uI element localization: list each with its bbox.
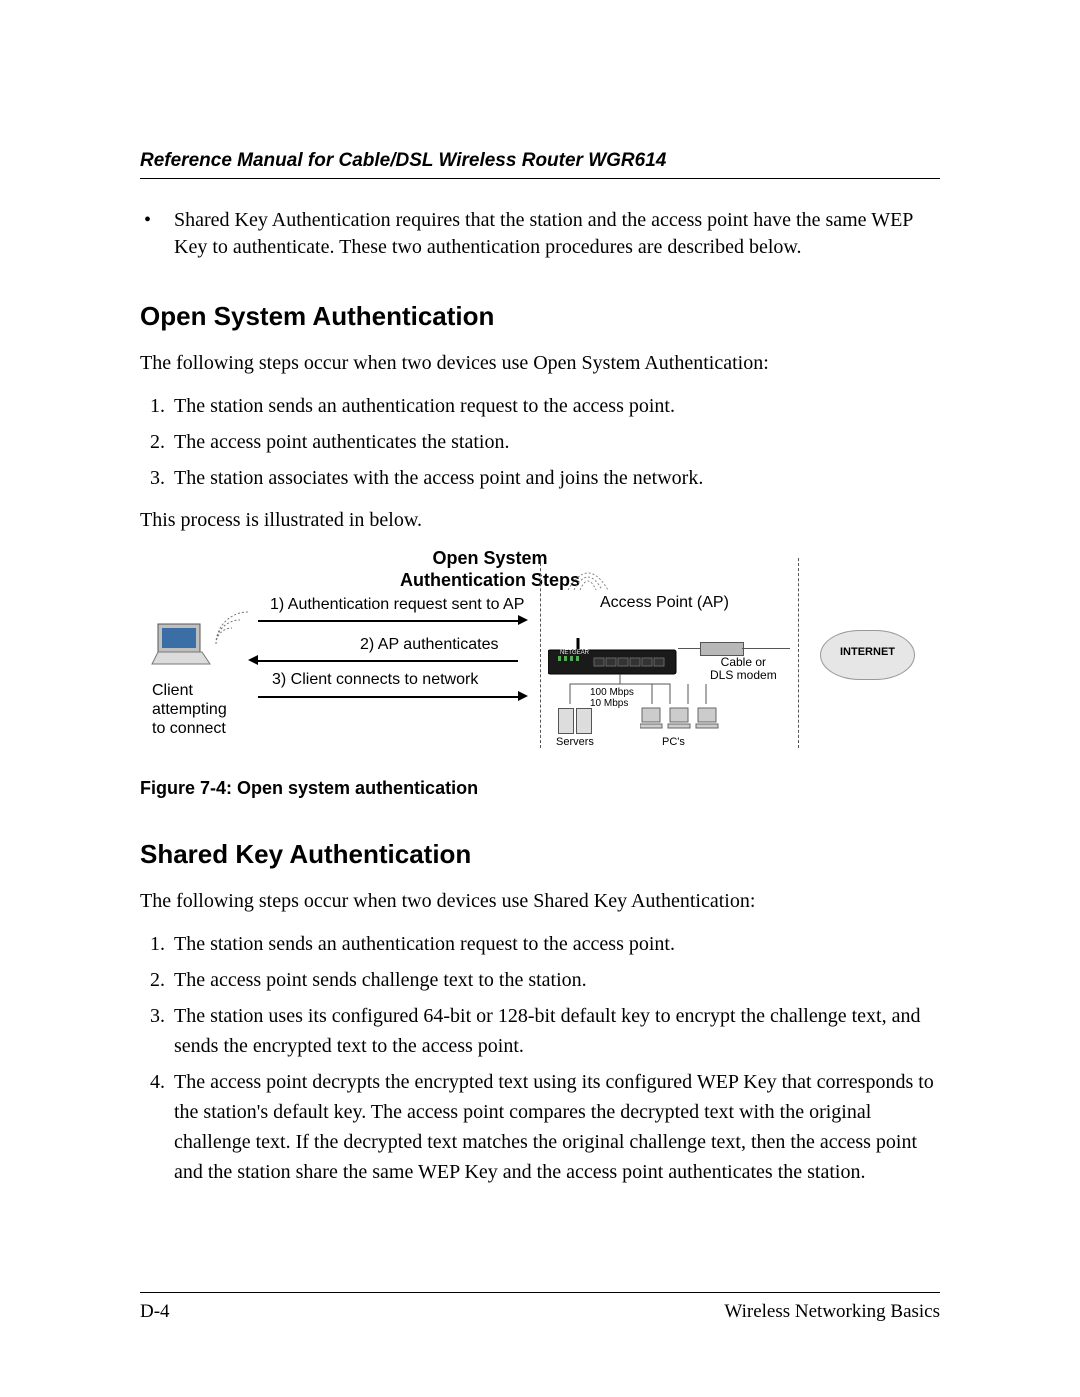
arrow-line: [258, 660, 518, 662]
bandwidth-label-line1: 100 Mbps: [590, 687, 634, 698]
footer-row: D-4 Wireless Networking Basics: [140, 1301, 940, 1323]
internet-label: INTERNET: [820, 646, 915, 658]
page-footer: D-4 Wireless Networking Basics: [140, 1292, 940, 1323]
modem-icon: [700, 642, 744, 656]
servers-label: Servers: [556, 736, 594, 748]
intro-bullet-item: • Shared Key Authentication requires tha…: [140, 207, 940, 261]
wifi-icon: [212, 608, 252, 648]
figure-caption: Figure 7-4: Open system authentication: [140, 778, 940, 799]
list-item: The access point decrypts the encrypted …: [170, 1067, 940, 1187]
manual-header-title: Reference Manual for Cable/DSL Wireless …: [140, 150, 940, 172]
list-item: The station sends an authentication requ…: [170, 929, 940, 959]
connection-line: [742, 648, 790, 649]
zone-border: [798, 558, 800, 748]
pc-group-icon: [640, 706, 730, 736]
arrow-line: [258, 620, 518, 622]
diagram-step1-text: 1) Authentication request sent to AP: [270, 596, 524, 614]
connection-line: [678, 648, 700, 649]
bandwidth-label: 100 Mbps 10 Mbps: [590, 688, 634, 709]
list-item: The station associates with the access p…: [170, 463, 940, 493]
list-item: The access point authenticates the stati…: [170, 427, 940, 457]
section1-steps-list: The station sends an authentication requ…: [140, 391, 940, 493]
section-heading-shared-key: Shared Key Authentication: [140, 839, 940, 870]
header-divider: [140, 178, 940, 179]
pcs-label: PC's: [662, 736, 685, 748]
access-point-zone: Access Point (AP) NETGEAR Cable: [540, 548, 800, 758]
internet-cloud: INTERNET: [820, 630, 915, 680]
arrow-head-icon: [518, 691, 528, 701]
arrow-head-icon: [518, 615, 528, 625]
list-item: The station uses its configured 64-bit o…: [170, 1001, 940, 1061]
wifi-icon: [558, 556, 618, 596]
router-icon: NETGEAR: [548, 638, 678, 678]
footer-divider: [140, 1292, 940, 1293]
arrow-line: [258, 696, 518, 698]
modem-label-line1: Cable or: [721, 655, 766, 669]
diagram-step3-text: 3) Client connects to network: [272, 671, 478, 689]
access-point-label: Access Point (AP): [600, 594, 729, 612]
section1-lead: The following steps occur when two devic…: [140, 350, 940, 377]
section1-tail: This process is illustrated in below.: [140, 507, 940, 534]
page-number: D-4: [140, 1301, 170, 1323]
intro-bullet-text: Shared Key Authentication requires that …: [174, 207, 940, 261]
zone-border: [540, 558, 542, 748]
footer-section-title: Wireless Networking Basics: [724, 1301, 940, 1323]
client-label: Client attempting to connect: [152, 681, 227, 739]
laptop-icon: [150, 618, 220, 672]
section-heading-open-system: Open System Authentication: [140, 301, 940, 332]
client-label-line3: to connect: [152, 720, 226, 737]
document-page: Reference Manual for Cable/DSL Wireless …: [0, 0, 1080, 1397]
open-system-auth-diagram: Open System Authentication Steps 1) Auth…: [140, 548, 940, 758]
bullet-icon: •: [140, 207, 174, 261]
list-item: The station sends an authentication requ…: [170, 391, 940, 421]
diagram-step2-text: 2) AP authenticates: [360, 636, 498, 654]
section2-steps-list: The station sends an authentication requ…: [140, 929, 940, 1187]
svg-text:NETGEAR: NETGEAR: [560, 650, 590, 656]
client-label-line1: Client: [152, 682, 193, 699]
arrow-head-icon: [248, 655, 258, 665]
list-item: The access point sends challenge text to…: [170, 965, 940, 995]
server-icon: [558, 708, 574, 734]
server-icon: [576, 708, 592, 734]
bandwidth-label-line2: 10 Mbps: [590, 698, 628, 709]
section2-lead: The following steps occur when two devic…: [140, 888, 940, 915]
client-label-line2: attempting: [152, 701, 227, 718]
diagram-title-line1: Open System: [432, 548, 547, 568]
